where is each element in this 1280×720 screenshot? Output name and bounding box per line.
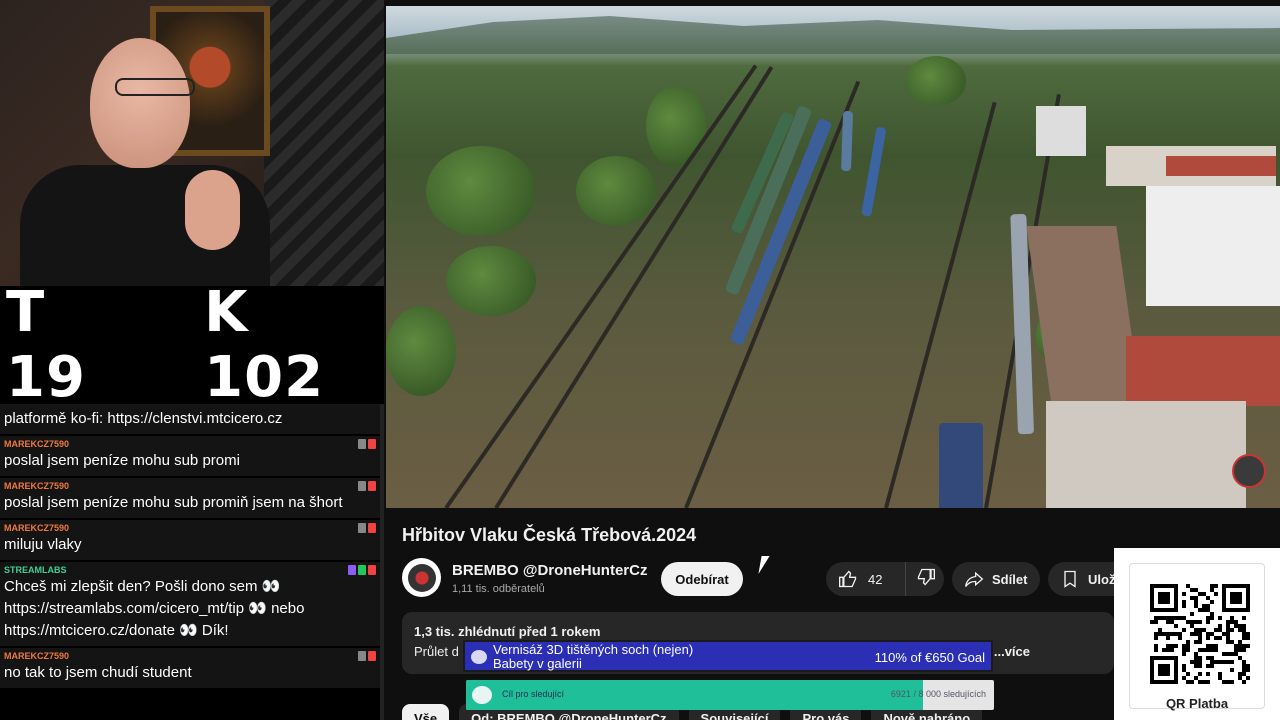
mod-badge-icon <box>358 523 366 533</box>
subscriber-count: 1,11 tis. odběratelů <box>452 583 545 595</box>
chat-message: MAREKCZ7590 poslal jsem peníze mohu sub … <box>0 436 380 478</box>
like-dislike-group: 42 <box>826 562 944 596</box>
counter-k: K 102 <box>204 280 325 410</box>
badge-icon <box>368 651 376 661</box>
chat-message: MAREKCZ7590 miluju vlaky <box>0 520 380 562</box>
follower-goal-count: 6921 / 8 000 sledujících <box>890 689 986 699</box>
channel-watermark-icon[interactable] <box>1232 454 1266 488</box>
like-button[interactable]: 42 <box>826 562 906 596</box>
chat-message: MAREKCZ7590 no tak to jsem chudí student <box>0 648 380 690</box>
show-more-link[interactable]: ...více <box>994 644 1030 659</box>
video-title: Hřbitov Vlaku Česká Třebová.2024 <box>402 525 697 545</box>
badge-icon <box>368 481 376 491</box>
chat-message-text: poslal jsem peníze mohu sub promi <box>4 452 240 469</box>
save-label: Ulož <box>1088 571 1116 587</box>
chat-username[interactable]: MAREKCZ7590 <box>4 481 376 492</box>
save-button[interactable]: Ulož <box>1048 562 1118 596</box>
qr-payment-widget: QR Platba <box>1114 548 1280 720</box>
badge-icon <box>368 523 376 533</box>
badge-icon <box>368 439 376 449</box>
share-button[interactable]: Sdílet <box>952 562 1040 596</box>
webcam-feed <box>0 0 384 286</box>
channel-name[interactable]: BREMBO @DroneHunterCz <box>452 562 647 579</box>
follower-goal-label: Cíl pro sledující <box>502 689 565 699</box>
share-icon <box>965 571 984 587</box>
chat-message: platformě ko-fi: https://clenstvi.mtcice… <box>0 404 380 436</box>
mod-badge-icon <box>358 481 366 491</box>
follower-icon <box>472 686 492 704</box>
verified-badge-icon <box>348 565 356 575</box>
channel-avatar[interactable] <box>402 558 441 597</box>
subscribe-button[interactable]: Odebírat <box>661 562 743 596</box>
bot-badge-icon <box>358 565 366 575</box>
heart-icon <box>471 650 487 664</box>
chat-username[interactable]: MAREKCZ7590 <box>4 439 376 450</box>
chat-message-text: no tak to jsem chudí student <box>4 664 192 681</box>
chat-username[interactable]: MAREKCZ7590 <box>4 523 376 534</box>
streamer-column: T 19 K 102 platformě ko-fi: https://clen… <box>0 0 384 720</box>
chat-panel: platformě ko-fi: https://clenstvi.mtcice… <box>0 404 384 720</box>
bookmark-icon <box>1064 570 1076 588</box>
follower-goal-widget: Cíl pro sledující 6921 / 8 000 sledující… <box>466 680 994 710</box>
chat-message-text: miluju vlaky <box>4 536 82 553</box>
stream-counter: T 19 K 102 <box>0 280 384 410</box>
view-count: 1,3 tis. zhlédnutí před 1 rokem <box>414 624 601 639</box>
goal-title-line1: Vernisáž 3D tištěných soch (nejen) <box>493 642 694 657</box>
qr-code-icon <box>1150 584 1250 684</box>
mod-badge-icon <box>358 651 366 661</box>
chat-message-text: https://mtcicero.cz/donate 👀 Dík! <box>4 622 229 639</box>
stream-screen: T 19 K 102 platformě ko-fi: https://clen… <box>0 0 1280 720</box>
mod-badge-icon <box>358 439 366 449</box>
chat-message: STREAMLABS Chceš mi zlepšit den? Pošli d… <box>0 562 380 648</box>
chat-message: MAREKCZ7590 poslal jsem peníze mohu sub … <box>0 478 380 520</box>
video-player[interactable] <box>386 6 1280 508</box>
chat-username[interactable]: STREAMLABS <box>4 565 376 576</box>
share-label: Sdílet <box>992 571 1028 587</box>
chat-username[interactable]: MAREKCZ7590 <box>4 651 376 662</box>
mouse-cursor-icon <box>758 556 770 574</box>
badge-icon <box>368 565 376 575</box>
dislike-button[interactable] <box>906 567 936 592</box>
like-count: 42 <box>868 571 883 587</box>
chip-all[interactable]: Vše <box>402 704 450 720</box>
goal-amount: 110% of €650 Goal <box>874 650 985 665</box>
qr-label: QR Platba <box>1165 696 1229 711</box>
thumbs-down-icon <box>917 568 935 585</box>
counter-t: T 19 <box>6 280 86 410</box>
chat-message-text: platformě ko-fi: https://clenstvi.mtcice… <box>4 410 283 427</box>
thumbs-up-icon <box>839 570 857 588</box>
chat-message-text: https://streamlabs.com/cicero_mt/tip 👀 n… <box>4 600 305 617</box>
donation-goal-widget: Vernisáž 3D tištěných soch (nejen) Babet… <box>463 640 993 672</box>
chat-message-text: Chceš mi zlepšit den? Pošli dono sem 👀 <box>4 578 281 595</box>
goal-title-line2: Babety v galerii <box>493 656 582 671</box>
chat-message-text: poslal jsem peníze mohu sub promiň jsem … <box>4 494 343 511</box>
